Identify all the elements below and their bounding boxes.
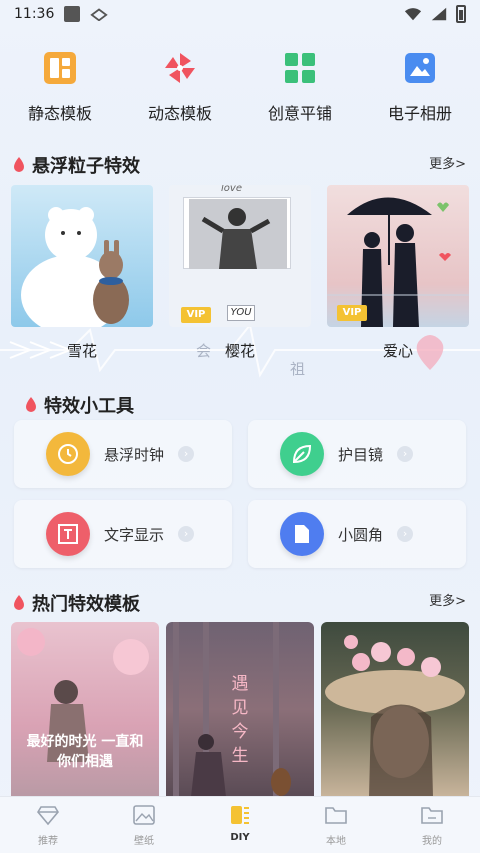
section-title-text: 热门特效模板 <box>32 594 140 615</box>
diy-icon <box>231 806 249 824</box>
category-row: 静态模板 动态模板 创意平铺 电子相册 <box>0 40 480 130</box>
hot-card-2[interactable]: 遇见 今生 <box>166 622 314 797</box>
static-template-icon <box>40 48 80 88</box>
particle-card-sakura[interactable]: love VIP YOU <box>169 185 311 327</box>
clock-icon <box>46 432 90 476</box>
particle-label: 雪花 <box>66 342 97 360</box>
signal-icon <box>431 7 447 21</box>
tile-grid-icon <box>280 48 320 88</box>
rounded-corner-icon <box>280 512 324 556</box>
nav-label: DIY <box>230 832 250 843</box>
section-title-text: 特效小工具 <box>44 396 134 417</box>
category-dynamic-template[interactable]: 动态模板 <box>125 40 235 130</box>
text-frame-icon <box>46 512 90 556</box>
flower-hat-girl-image <box>325 635 465 797</box>
tool-label: 小圆角 <box>338 525 384 544</box>
tool-text-display[interactable]: 文字显示 › <box>14 500 232 568</box>
hot-more-link[interactable]: 更多> <box>429 590 466 609</box>
flame-icon <box>14 157 24 172</box>
tool-eye-protection[interactable]: 护目镜 › <box>248 420 466 488</box>
particle-card-snow[interactable]: 试用 <box>11 185 153 327</box>
section-title-text: 悬浮粒子特效 <box>32 156 140 177</box>
category-photo-album[interactable]: 电子相册 <box>365 40 475 130</box>
category-label: 静态模板 <box>27 104 92 123</box>
notification-icon <box>64 6 81 22</box>
wifi-icon <box>404 8 422 21</box>
category-label: 创意平铺 <box>267 104 332 123</box>
nav-label: 本地 <box>326 836 346 847</box>
hot-section-title: 热门特效模板 <box>12 590 140 616</box>
tool-label: 悬浮时钟 <box>104 445 165 464</box>
particle-cards: 试用 雪花 love VIP YOU 樱花 VIP 爱心 <box>0 185 480 365</box>
diamond-icon <box>37 806 59 826</box>
hot-card-3[interactable] <box>321 622 469 797</box>
particle-label: 樱花 <box>224 342 255 360</box>
hotspot-icon <box>90 8 109 21</box>
hot-card-1[interactable]: 最好的时光 一直和你们相遇 <box>11 622 159 797</box>
nav-local[interactable]: 本地 <box>288 797 384 853</box>
category-static-template[interactable]: 静态模板 <box>5 40 115 130</box>
script-text: love <box>221 185 242 194</box>
polar-bear-image <box>21 207 129 327</box>
particle-card-heart[interactable]: VIP <box>327 185 469 327</box>
chevron-right-icon: › <box>178 446 195 462</box>
chevron-right-icon: › <box>397 446 414 462</box>
category-label: 动态模板 <box>147 104 212 123</box>
photo-album-icon <box>400 48 440 88</box>
you-tag: YOU <box>227 305 255 321</box>
nav-label: 推荐 <box>38 836 58 847</box>
tools-grid: 悬浮时钟 › 护目镜 › 文字显示 › 小圆角 › <box>14 420 466 580</box>
particle-more-link[interactable]: 更多> <box>429 153 466 172</box>
category-label: 电子相册 <box>387 104 452 123</box>
flame-icon <box>14 595 24 610</box>
vip-badge: VIP <box>337 305 367 321</box>
nav-mine[interactable]: 我的 <box>384 797 480 853</box>
nav-recommend[interactable]: 推荐 <box>0 797 96 853</box>
nav-label: 我的 <box>422 836 442 847</box>
nav-diy[interactable]: DIY <box>192 797 288 853</box>
girl-photo-image <box>189 199 287 269</box>
nav-label: 壁纸 <box>134 836 154 847</box>
particle-label: 爱心 <box>382 342 413 360</box>
status-bar: 11:36 <box>0 0 480 28</box>
category-creative-tile[interactable]: 创意平铺 <box>245 40 355 130</box>
hot-template-cards: 最好的时光 一直和你们相遇 遇见 今生 <box>0 622 480 797</box>
image-icon <box>133 805 155 825</box>
guitar-girl-image <box>173 622 291 797</box>
profile-folder-icon <box>421 807 443 824</box>
leaf-icon <box>280 432 324 476</box>
tool-rounded-corner[interactable]: 小圆角 › <box>248 500 466 568</box>
folder-icon <box>325 807 347 824</box>
tools-section-title: 特效小工具 <box>24 392 134 418</box>
tool-floating-clock[interactable]: 悬浮时钟 › <box>14 420 232 488</box>
nav-wallpaper[interactable]: 壁纸 <box>96 797 192 853</box>
trial-badge: 试用 <box>33 311 55 324</box>
pinwheel-icon <box>160 48 200 88</box>
tool-label: 护目镜 <box>338 445 384 464</box>
tool-label: 文字显示 <box>104 525 165 544</box>
bottom-nav: 推荐 壁纸 DIY 本地 我的 <box>0 796 480 853</box>
chevron-right-icon: › <box>178 526 195 542</box>
battery-icon <box>456 5 466 23</box>
particle-section-title: 悬浮粒子特效 <box>12 152 140 178</box>
couple-photo-image <box>17 628 149 762</box>
chevron-right-icon: › <box>397 526 414 542</box>
status-time: 11:36 <box>14 6 55 22</box>
flame-icon <box>26 397 36 412</box>
vip-badge: VIP <box>181 307 211 323</box>
